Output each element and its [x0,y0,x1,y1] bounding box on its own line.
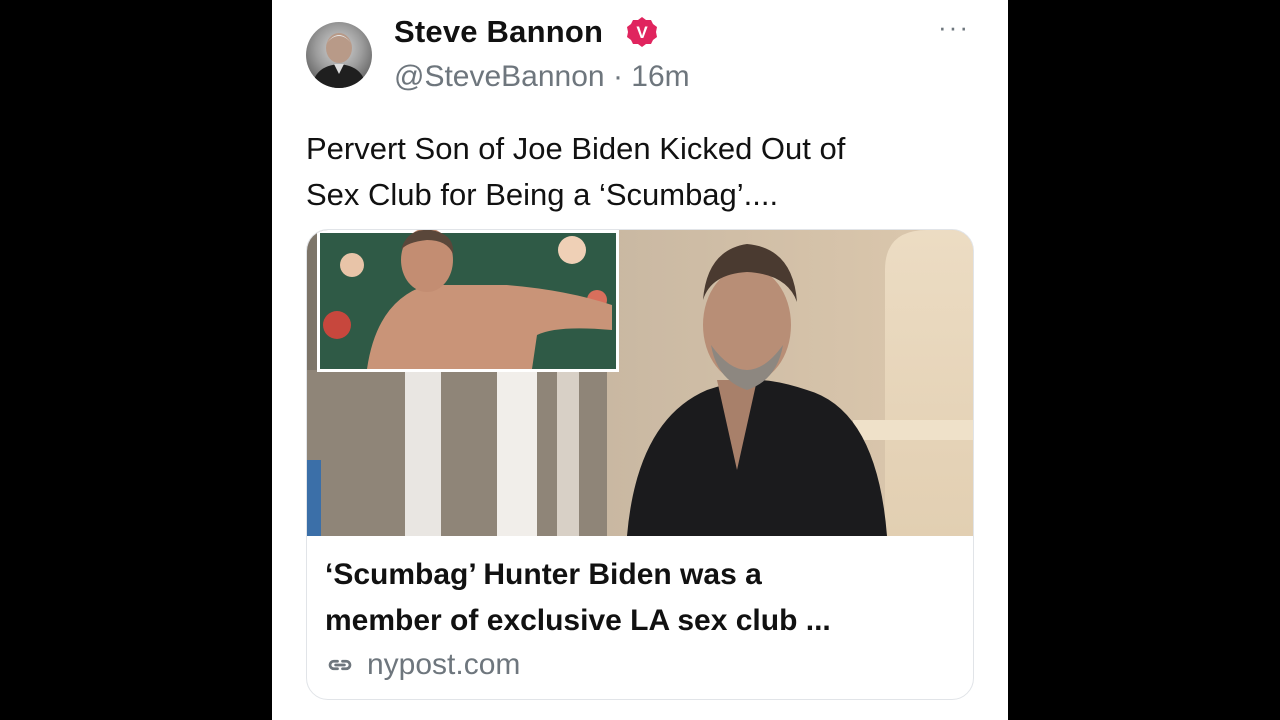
link-card-domain: nypost.com [367,648,521,681]
article-photo [307,230,973,536]
post-text: Pervert Son of Joe Biden Kicked Out of S… [306,126,966,218]
post-timestamp[interactable]: 16m [631,60,689,93]
verified-badge-icon: V [627,17,657,47]
link-preview-card[interactable]: ‘Scumbag’ Hunter Biden was a member of e… [306,229,974,700]
post-card[interactable]: Steve Bannon V @SteveBannon · 16m ··· Pe… [272,0,1008,720]
post-text-line: Sex Club for Being a ‘Scumbag’.... [306,177,779,212]
link-card-title[interactable]: ‘Scumbag’ Hunter Biden was a member of e… [325,552,955,644]
post-text-line: Pervert Son of Joe Biden Kicked Out of [306,131,846,166]
link-preview-image[interactable] [307,230,973,536]
link-card-title-line: ‘Scumbag’ Hunter Biden was a [325,558,762,591]
author-avatar[interactable] [306,22,372,88]
more-options-button[interactable]: ··· [938,12,970,43]
link-card-domain-row[interactable]: nypost.com [325,648,520,682]
avatar-portrait-icon [312,33,366,88]
separator-dot: · [612,60,623,93]
link-icon [328,659,352,671]
author-handle[interactable]: @SteveBannon [394,60,605,93]
verified-badge-letter: V [636,23,648,42]
author-display-name[interactable]: Steve Bannon [394,14,603,50]
link-card-title-line: member of exclusive LA sex club ... [325,604,831,637]
author-handle-line: @SteveBannon · 16m [394,60,690,94]
